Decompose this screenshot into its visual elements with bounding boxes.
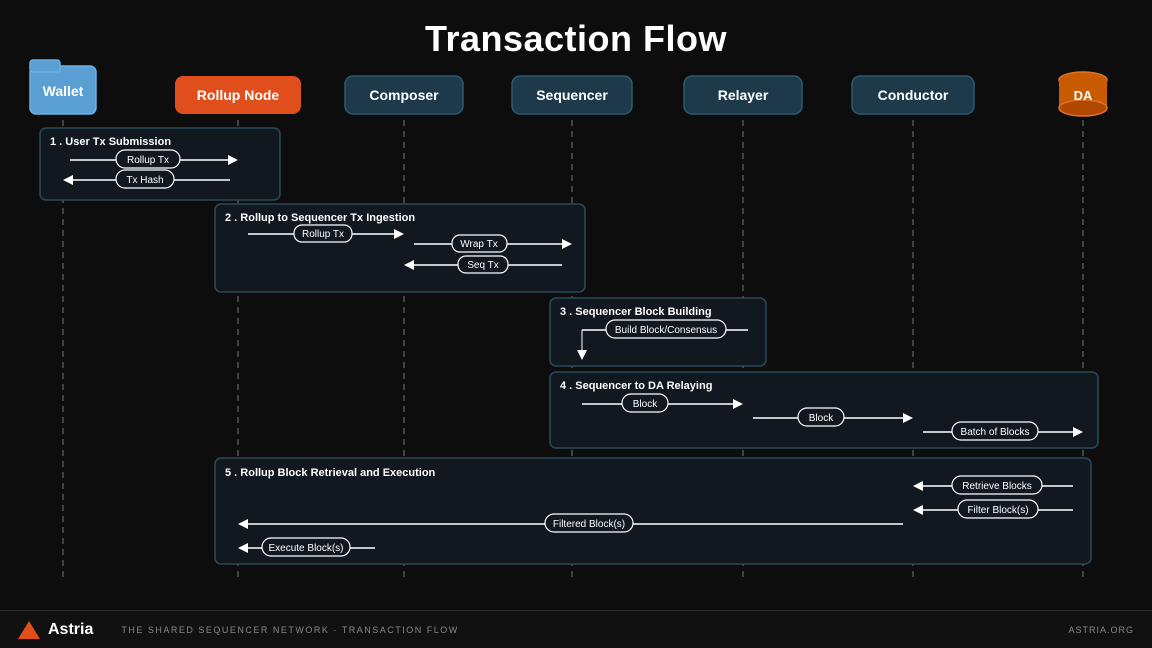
svg-text:Seq Tx: Seq Tx	[467, 260, 499, 271]
brand-name: Astria	[48, 621, 93, 639]
svg-text:Block: Block	[633, 399, 658, 410]
svg-text:Batch of Blocks: Batch of Blocks	[961, 427, 1030, 438]
svg-text:Composer: Composer	[369, 87, 439, 103]
astria-logo-icon	[18, 619, 40, 641]
section-2-title: 2 . Rollup to Sequencer Tx Ingestion	[225, 212, 415, 224]
section-4-title: 4 . Sequencer to DA Relaying	[560, 380, 712, 392]
svg-text:Conductor: Conductor	[878, 87, 949, 103]
svg-text:DA: DA	[1074, 88, 1093, 103]
svg-text:Relayer: Relayer	[718, 87, 769, 103]
svg-text:Retrieve Blocks: Retrieve Blocks	[962, 481, 1031, 492]
actor-composer: Composer	[345, 76, 463, 114]
actor-da: DA	[1059, 72, 1107, 116]
svg-text:Rollup Node: Rollup Node	[197, 87, 280, 103]
svg-text:Sequencer: Sequencer	[536, 87, 608, 103]
svg-text:Filter Block(s): Filter Block(s)	[967, 505, 1028, 516]
svg-text:Execute Block(s): Execute Block(s)	[268, 543, 343, 554]
section-5-title: 5 . Rollup Block Retrieval and Execution	[225, 467, 436, 479]
actor-relayer: Relayer	[684, 76, 802, 114]
actor-rollup: Rollup Node	[175, 76, 301, 114]
svg-text:Tx Hash: Tx Hash	[126, 175, 163, 186]
svg-text:Rollup Tx: Rollup Tx	[127, 155, 169, 166]
svg-text:Block: Block	[809, 413, 834, 424]
actor-wallet: Wallet	[30, 60, 96, 114]
section-3-title: 3 . Sequencer Block Building	[560, 306, 712, 318]
svg-text:Rollup Tx: Rollup Tx	[302, 229, 344, 240]
actor-conductor: Conductor	[852, 76, 974, 114]
footer-tagline: THE SHARED SEQUENCER NETWORK · TRANSACTI…	[121, 625, 458, 635]
svg-text:Wrap Tx: Wrap Tx	[460, 239, 497, 250]
svg-text:Filtered Block(s): Filtered Block(s)	[553, 519, 625, 530]
actor-sequencer: Sequencer	[512, 76, 632, 114]
section-1-title: 1 . User Tx Submission	[50, 136, 171, 148]
footer-url: ASTRIA.ORG	[1068, 625, 1134, 635]
footer: Astria THE SHARED SEQUENCER NETWORK · TR…	[0, 610, 1152, 648]
svg-text:Wallet: Wallet	[43, 83, 84, 99]
svg-text:Build Block/Consensus: Build Block/Consensus	[615, 325, 717, 336]
